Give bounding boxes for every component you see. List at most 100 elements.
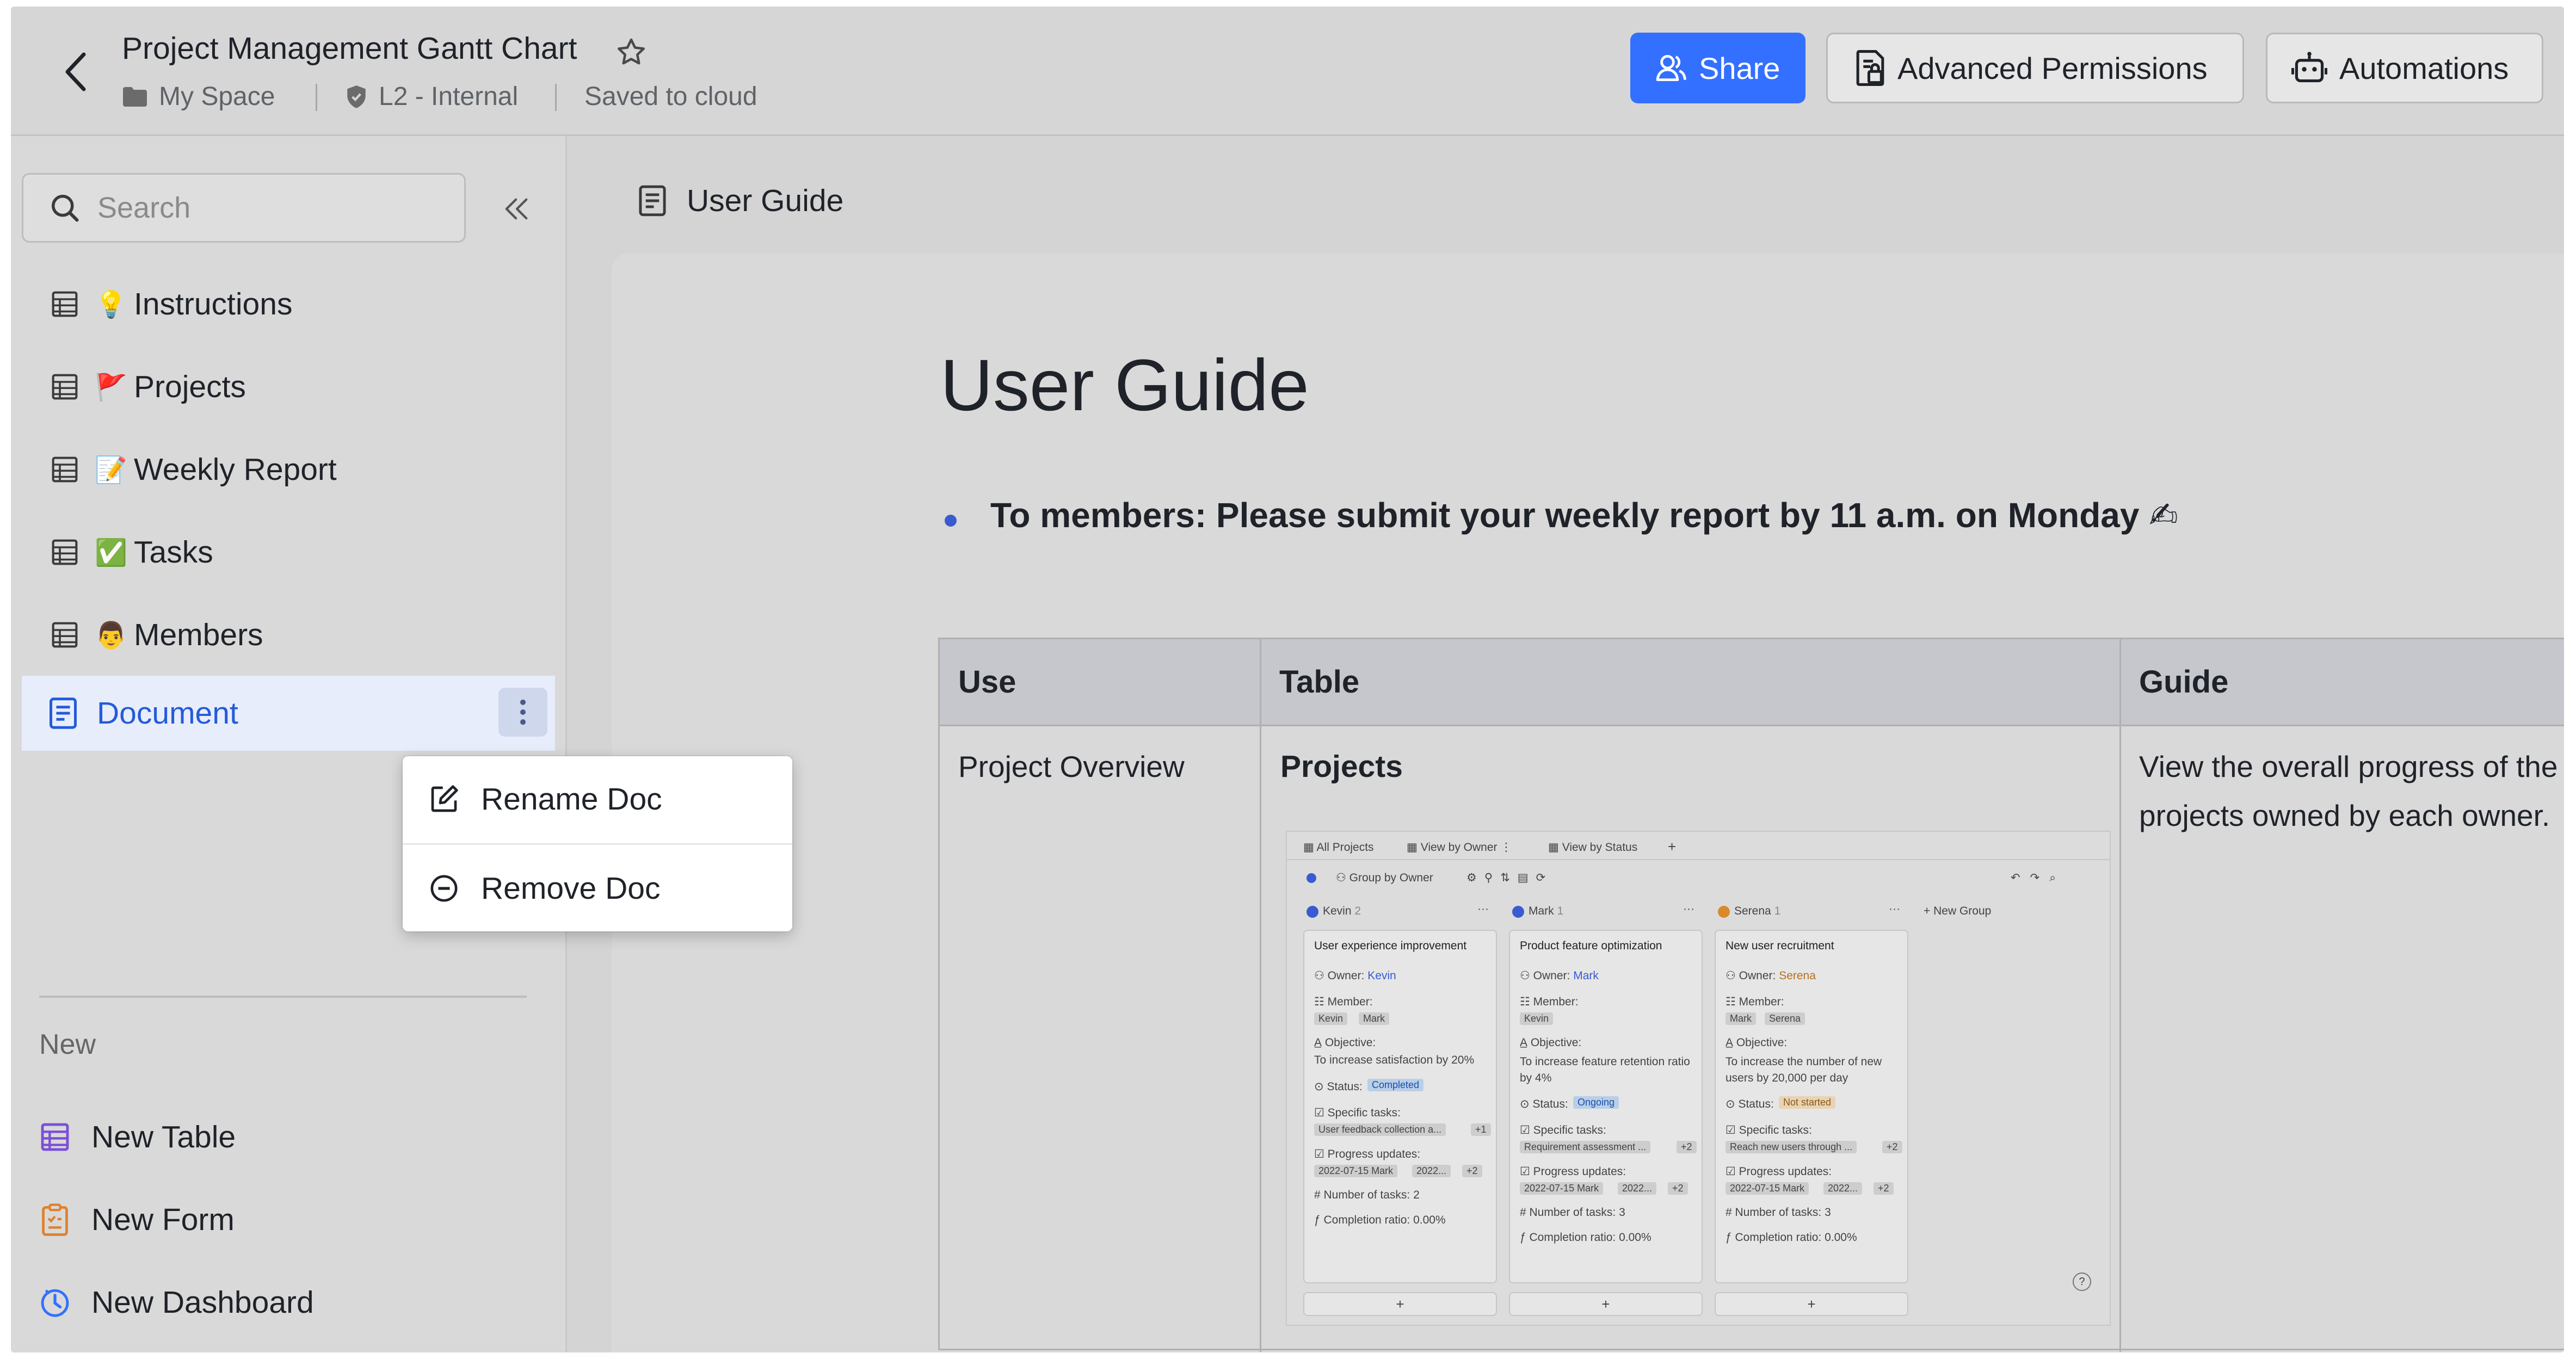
new-dashboard-icon (41, 1289, 69, 1317)
collapse-sidebar-button[interactable] (490, 182, 544, 236)
advanced-permissions-button[interactable]: Advanced Permissions (1826, 33, 2244, 103)
preview-card: User experience improvement ⚇ Owner: Kev… (1303, 930, 1497, 1283)
sidebar-item-label: Document (97, 696, 238, 731)
vertical-dots-icon (520, 699, 526, 725)
sidebar-divider (39, 996, 527, 998)
sidebar-item-label: Weekly Report (134, 452, 337, 487)
table-icon (52, 539, 78, 565)
save-status: Saved to cloud (584, 82, 757, 111)
edit-icon (431, 785, 458, 812)
sidebar-item-label: Members (134, 617, 263, 652)
remove-doc-menu-item[interactable]: Remove Doc (403, 845, 792, 931)
robot-icon (2291, 52, 2327, 83)
preview-card: New user recruitment ⚇ Owner: Serena ☷ M… (1715, 930, 1908, 1283)
preview-tab: ▦ View by Owner ⋮ (1407, 841, 1512, 854)
guide-table: Use Table Guide Project Overview Project… (938, 638, 2564, 1352)
lightbulb-emoji-icon: 💡 (95, 289, 127, 320)
sidebar-item-label: Instructions (134, 287, 293, 322)
preview-avatar (1307, 906, 1318, 918)
security-level[interactable]: L2 - Internal (345, 82, 518, 112)
remove-doc-label: Remove Doc (481, 871, 661, 906)
new-form-button[interactable]: New Form (39, 1187, 235, 1252)
back-button[interactable] (44, 39, 109, 104)
table-cell-guide-line: projects owned by each owner. (2139, 799, 2550, 832)
preview-more-icon: ··· (1477, 903, 1489, 915)
flag-emoji-icon: 🚩 (95, 372, 127, 403)
preview-tab: ▦ View by Status (1548, 841, 1638, 854)
automations-button[interactable]: Automations (2266, 33, 2543, 103)
new-form-label: New Form (91, 1202, 235, 1237)
new-dashboard-button[interactable]: New Dashboard (39, 1270, 314, 1335)
kanban-preview-image: ▦ All Projects ▦ View by Owner ⋮ ▦ View … (1286, 831, 2111, 1326)
new-form-icon (42, 1203, 68, 1236)
table-cell-use: Project Overview (958, 750, 1185, 783)
favorite-star-button[interactable] (609, 30, 653, 74)
sidebar-item-members[interactable]: 👨 Members (22, 597, 555, 672)
memo-emoji-icon: 📝 (95, 454, 127, 485)
star-icon (618, 38, 645, 65)
preview-avatar (1512, 906, 1524, 918)
document-tab-title: User Guide (638, 171, 843, 231)
chevron-left-icon (65, 52, 86, 91)
doc-icon (50, 697, 77, 729)
share-button-label: Share (1699, 51, 1780, 85)
sidebar-item-projects[interactable]: 🚩 Projects (22, 349, 555, 424)
preview-add-card: + (1715, 1292, 1908, 1316)
document-title[interactable]: Project Management Gantt Chart (122, 30, 577, 66)
bullet-point (945, 515, 957, 527)
double-chevron-left-icon (505, 198, 528, 220)
preview-card: Product feature optimization ⚇ Owner: Ma… (1509, 930, 1703, 1283)
automations-label: Automations (2339, 51, 2509, 85)
page-title: User Guide (940, 345, 1309, 426)
search-input[interactable] (97, 191, 424, 225)
more-options-button[interactable] (498, 688, 547, 737)
sidebar-item-tasks[interactable]: ✅ Tasks (22, 515, 555, 590)
table-icon (52, 291, 78, 317)
table-header-table: Table (1261, 639, 2121, 726)
rename-doc-menu-item[interactable]: Rename Doc (403, 756, 792, 842)
check-mark-emoji-icon: ✅ (95, 537, 127, 568)
tab-title-text: User Guide (687, 183, 844, 218)
preview-add-card: + (1303, 1292, 1497, 1316)
preview-avatar (1718, 906, 1730, 918)
new-section-label: New (39, 1029, 96, 1060)
new-table-label: New Table (91, 1120, 236, 1154)
space-location[interactable]: My Space (122, 82, 275, 112)
rename-doc-label: Rename Doc (481, 782, 662, 817)
preview-group-owner: Mark 1 (1529, 905, 1564, 917)
sidebar-item-weekly-report[interactable]: 📝 Weekly Report (22, 432, 555, 507)
preview-toolbar-icons: ↶↷⌕ (2011, 872, 2066, 884)
table-cell-table[interactable]: Projects (1280, 742, 1403, 792)
new-dashboard-label: New Dashboard (91, 1285, 314, 1320)
column-divider (2119, 639, 2121, 1352)
permission-doc-icon (1856, 50, 1884, 86)
doc-context-menu: Rename Doc Remove Doc (403, 756, 792, 931)
preview-add-view-icon: + (1668, 838, 1677, 855)
preview-group-owner: Serena 1 (1734, 905, 1781, 917)
new-table-button[interactable]: New Table (39, 1104, 236, 1170)
preview-group-by: ⚇ Group by Owner (1336, 872, 1433, 884)
new-table-icon (41, 1123, 69, 1151)
remove-icon (430, 875, 458, 902)
search-field[interactable] (22, 173, 466, 243)
table-cell-guide-line: View the overall progress of the (2139, 750, 2558, 783)
preview-help-icon: ? (2073, 1272, 2091, 1291)
sidebar-item-instructions[interactable]: 💡 Instructions (22, 267, 555, 342)
table-icon (52, 374, 78, 400)
sidebar-item-document[interactable]: Document (22, 676, 555, 751)
preview-tab: ▦ All Projects (1303, 841, 1374, 854)
space-name: My Space (159, 82, 275, 111)
bullet-text: To members: Please submit your weekly re… (990, 496, 2178, 535)
search-icon (52, 195, 79, 222)
menu-divider (403, 843, 792, 845)
sidebar-item-label: Projects (134, 369, 246, 404)
meta-divider (316, 84, 317, 111)
table-icon (52, 622, 78, 648)
sidebar: 💡 Instructions 🚩 Projects 📝 Weekly Repor… (11, 136, 567, 1352)
preview-new-group: + New Group (1924, 905, 1992, 917)
share-button[interactable]: Share (1630, 33, 1805, 103)
preview-divider (1287, 859, 2110, 860)
preview-toolbar-icons: ⚙⚲⇅▤⟳ (1466, 872, 1554, 884)
top-bar: Project Management Gantt Chart My Space … (11, 7, 2564, 136)
preview-group-owner: Kevin 2 (1323, 905, 1361, 917)
